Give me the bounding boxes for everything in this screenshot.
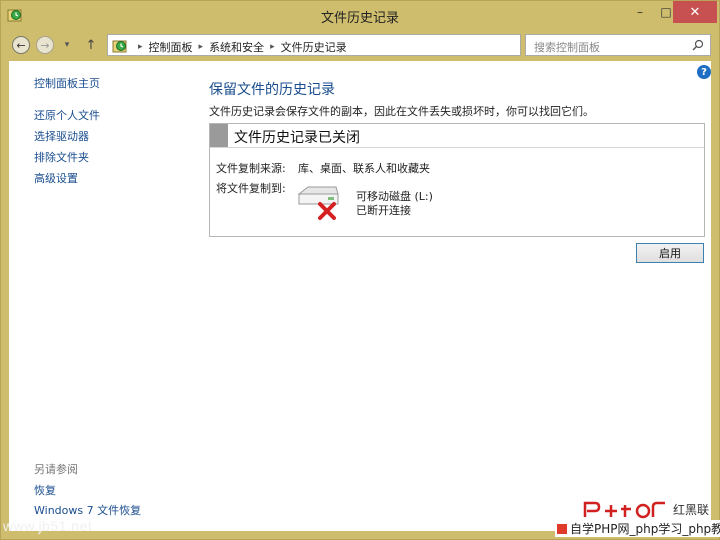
recent-locations-button[interactable]: ▾ — [61, 35, 73, 55]
help-icon[interactable]: ? — [697, 65, 711, 79]
removable-drive-icon — [297, 186, 339, 220]
forward-button[interactable]: → — [35, 35, 55, 55]
breadcrumb-separator-icon[interactable]: ▸ — [270, 42, 275, 52]
sidebar-item-windows7-recovery[interactable]: Windows 7 文件恢复 — [34, 502, 141, 518]
drive-status: 已断开连接 — [356, 204, 411, 217]
sidebar-item-restore-files[interactable]: 还原个人文件 — [34, 107, 100, 123]
see-also-label: 另请参阅 — [34, 463, 78, 476]
breadcrumb-separator-icon[interactable]: ▸ — [199, 42, 204, 52]
watermark-logo-icon — [583, 501, 665, 519]
status-panel: 文件历史记录已关闭 文件复制来源: 库、桌面、联系人和收藏夹 将文件复制到: 可… — [209, 123, 705, 237]
source-value: 库、桌面、联系人和收藏夹 — [298, 162, 430, 175]
source-label: 文件复制来源: — [216, 162, 286, 175]
address-bar[interactable]: ▸ 控制面板 ▸ 系统和安全 ▸ 文件历史记录 ▾ ↻ — [107, 34, 609, 56]
title-bar[interactable]: 文件历史记录 – □ ✕ — [1, 1, 719, 29]
sidebar-item-exclude-folders[interactable]: 排除文件夹 — [34, 149, 89, 165]
disconnected-x-icon — [318, 202, 336, 220]
search-input[interactable]: 搜索控制面板 — [525, 34, 711, 56]
close-button[interactable]: ✕ — [673, 1, 717, 23]
destination-label: 将文件复制到: — [216, 182, 286, 195]
breadcrumb-control-panel[interactable]: 控制面板 — [149, 39, 193, 55]
watermark-square-icon — [557, 524, 567, 534]
file-history-icon — [112, 40, 127, 53]
watermark-jb51: www.jb51.net — [3, 518, 93, 534]
window-title: 文件历史记录 — [320, 11, 399, 26]
back-arrow-icon: ← — [12, 36, 30, 54]
breadcrumb-file-history[interactable]: 文件历史记录 — [281, 39, 347, 55]
watermark-php-text: 自学PHP网_php学习_php教程 — [570, 522, 720, 536]
breadcrumb-system-security[interactable]: 系统和安全 — [209, 39, 264, 55]
forward-arrow-icon: → — [36, 36, 54, 54]
search-placeholder: 搜索控制面板 — [534, 41, 600, 54]
breadcrumb-separator-icon: ▸ — [138, 42, 143, 52]
window-frame: 文件历史记录 – □ ✕ ← → ▾ ↑ ▸ 控制面板 ▸ 系统和安全 ▸ 文件… — [0, 0, 720, 540]
sidebar-item-recovery[interactable]: 恢复 — [34, 482, 56, 498]
sidebar-item-advanced-settings[interactable]: 高级设置 — [34, 170, 78, 186]
status-title: 文件历史记录已关闭 — [234, 130, 360, 146]
page-description: 文件历史记录会保存文件的副本，因此在文件丢失或损坏时，你可以找回它们。 — [209, 105, 594, 118]
status-header: 文件历史记录已关闭 — [210, 124, 704, 148]
breadcrumb: ▸ 控制面板 ▸ 系统和安全 ▸ 文件历史记录 — [132, 39, 347, 55]
watermark-php: 自学PHP网_php学习_php教程 — [555, 520, 720, 537]
enable-button[interactable]: 启用 — [636, 243, 704, 263]
back-button[interactable]: ← — [11, 35, 31, 55]
sidebar-item-control-panel-home[interactable]: 控制面板主页 — [34, 75, 100, 91]
page-title: 保留文件的历史记录 — [209, 82, 335, 98]
search-icon[interactable] — [692, 39, 704, 51]
up-button[interactable]: ↑ — [81, 35, 101, 55]
status-indicator — [210, 124, 228, 147]
content-panel: ? 控制面板主页 还原个人文件 选择驱动器 排除文件夹 高级设置 另请参阅 恢复… — [9, 61, 711, 531]
navigation-bar: ← → ▾ ↑ ▸ 控制面板 ▸ 系统和安全 ▸ 文件历史记录 ▾ ↻ — [9, 33, 711, 57]
sidebar-item-select-drive[interactable]: 选择驱动器 — [34, 128, 89, 144]
